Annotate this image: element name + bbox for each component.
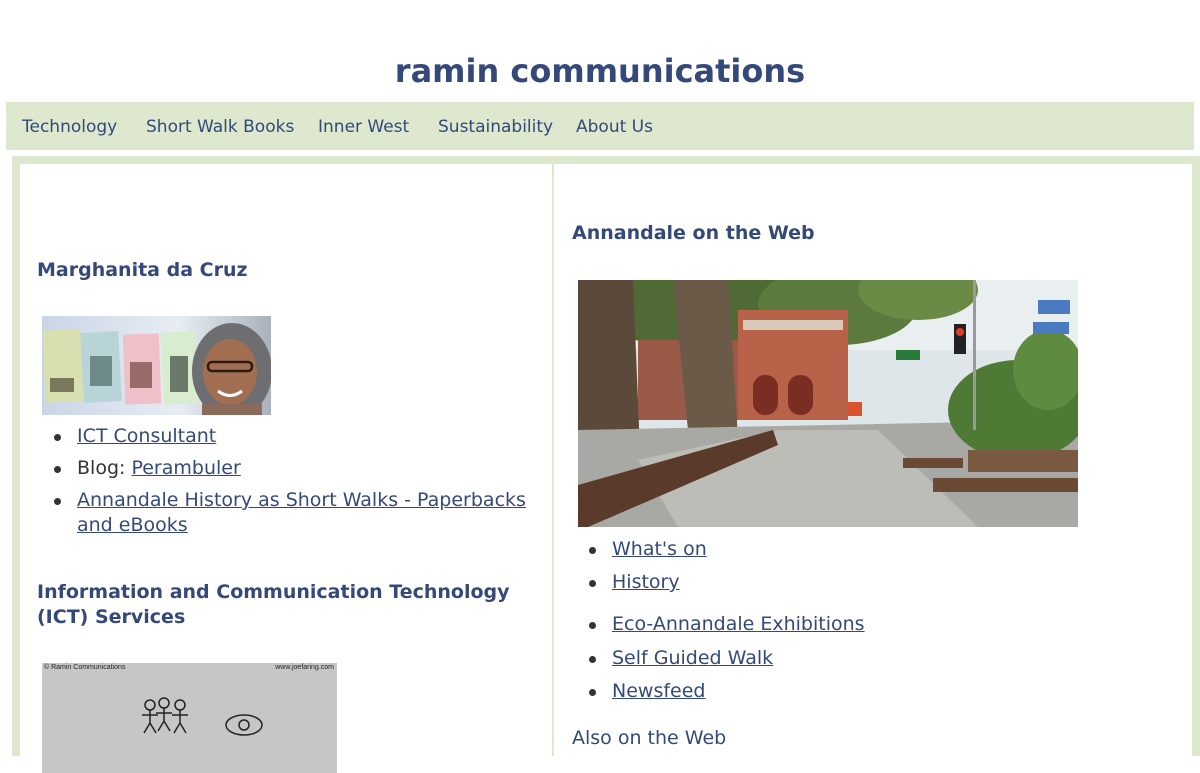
content-frame: Marghanita da Cruz ICT Consultant Blog: …: [12, 156, 1200, 773]
ict-consultant-link[interactable]: ICT Consultant: [77, 425, 216, 447]
nav-item-sustainability[interactable]: Sustainability: [438, 117, 553, 137]
list-item: Newsfeed: [572, 679, 1172, 704]
ict-services-heading: Information and Communication Technology…: [37, 581, 510, 628]
newsfeed-link[interactable]: Newsfeed: [612, 680, 705, 702]
list-item: Blog: Perambuler: [37, 456, 537, 481]
self-guided-walk-link[interactable]: Self Guided Walk: [612, 647, 773, 669]
nav-item-about-us[interactable]: About Us: [576, 117, 653, 137]
list-item: Self Guided Walk: [572, 646, 1172, 671]
list-item: History: [572, 570, 1172, 595]
list-item: Eco-Annandale Exhibitions: [572, 612, 1172, 637]
profile-links: ICT Consultant Blog: Perambuler Annandal…: [37, 424, 537, 538]
whats-on-link[interactable]: What's on: [612, 538, 707, 560]
annandale-heading: Annandale on the Web: [572, 222, 815, 244]
list-item: ICT Consultant: [37, 424, 537, 449]
annandale-links: What's on History Eco-Annandale Exhibiti…: [572, 537, 1172, 704]
ict-cartoon-image: © Ramin Communications www.joefaring.com: [42, 663, 337, 773]
history-link[interactable]: History: [612, 571, 680, 593]
list-item: Annandale History as Short Walks - Paper…: [37, 488, 537, 538]
nav-item-short-walk-books[interactable]: Short Walk Books: [146, 117, 294, 137]
annandale-history-link[interactable]: Annandale History as Short Walks - Paper…: [77, 489, 526, 536]
nav-item-technology[interactable]: Technology: [22, 117, 117, 137]
left-column: Marghanita da Cruz ICT Consultant Blog: …: [20, 164, 552, 773]
nav-item-inner-west[interactable]: Inner West: [318, 117, 409, 137]
profile-photo: [42, 316, 271, 415]
perambuler-link[interactable]: Perambuler: [131, 457, 240, 479]
list-item: What's on: [572, 537, 1172, 562]
blog-prefix: Blog:: [77, 457, 132, 479]
main-nav: Technology Short Walk Books Inner West S…: [6, 102, 1194, 150]
annandale-street-photo: [578, 280, 1078, 527]
also-on-web-heading: Also on the Web: [572, 727, 727, 749]
site-title: ramin communications: [394, 52, 806, 90]
profile-heading: Marghanita da Cruz: [37, 259, 248, 281]
right-column: Annandale on the Web What's on History E…: [554, 164, 1192, 764]
eco-annandale-link[interactable]: Eco-Annandale Exhibitions: [612, 613, 865, 635]
